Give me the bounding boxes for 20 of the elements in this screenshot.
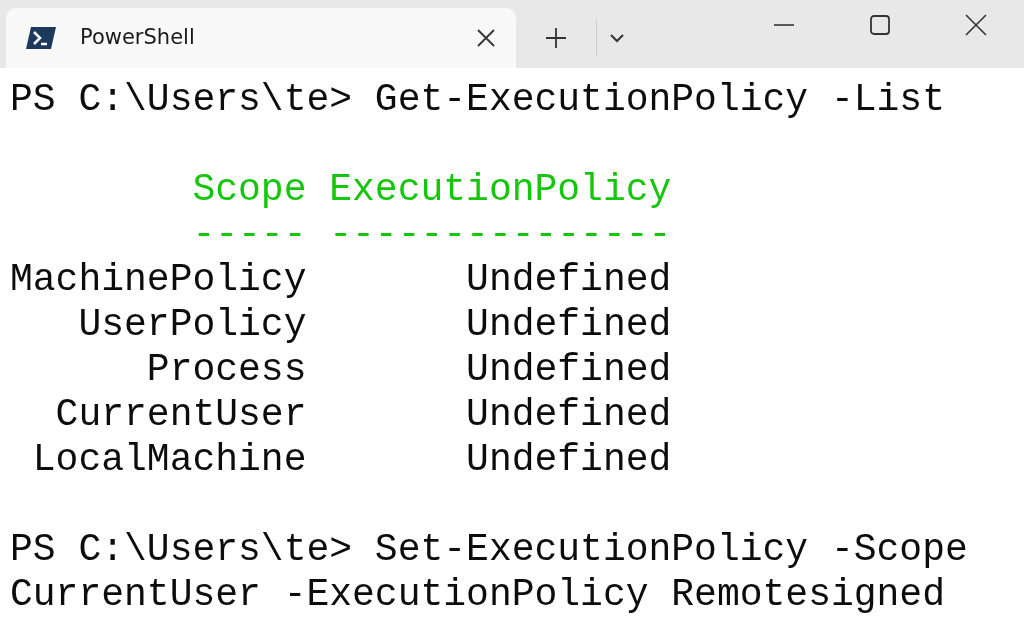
minimize-icon xyxy=(774,24,794,26)
close-icon xyxy=(965,14,987,36)
table-header-line: ----- --------------- xyxy=(191,213,673,258)
terminal-line: PS C:\Users\te> Get-ExecutionPolicy -List xyxy=(10,78,946,123)
table-header-line: Scope ExecutionPolicy xyxy=(191,168,673,213)
chevron-down-icon xyxy=(609,33,625,43)
close-tab-button[interactable] xyxy=(476,28,496,48)
terminal-line: Process Undefined xyxy=(145,348,673,393)
terminal-line: UserPolicy Undefined xyxy=(77,303,673,348)
terminal-icon xyxy=(26,27,56,49)
maximize-icon xyxy=(870,15,890,35)
close-icon xyxy=(476,28,496,48)
terminal-line: CurrentUser -ExecutionPolicy Remotesigned xyxy=(10,573,946,618)
terminal-tab[interactable]: PowerShell xyxy=(6,8,516,68)
terminal-line: LocalMachine Undefined xyxy=(31,438,673,483)
terminal-line: CurrentUser Undefined xyxy=(54,393,673,438)
plus-icon xyxy=(545,27,567,49)
terminal-line: MachinePolicy Undefined xyxy=(10,258,673,303)
terminal-line: PS C:\Users\te> Set-ExecutionPolicy -Scope xyxy=(10,528,969,573)
tab-title: PowerShell xyxy=(80,24,195,52)
